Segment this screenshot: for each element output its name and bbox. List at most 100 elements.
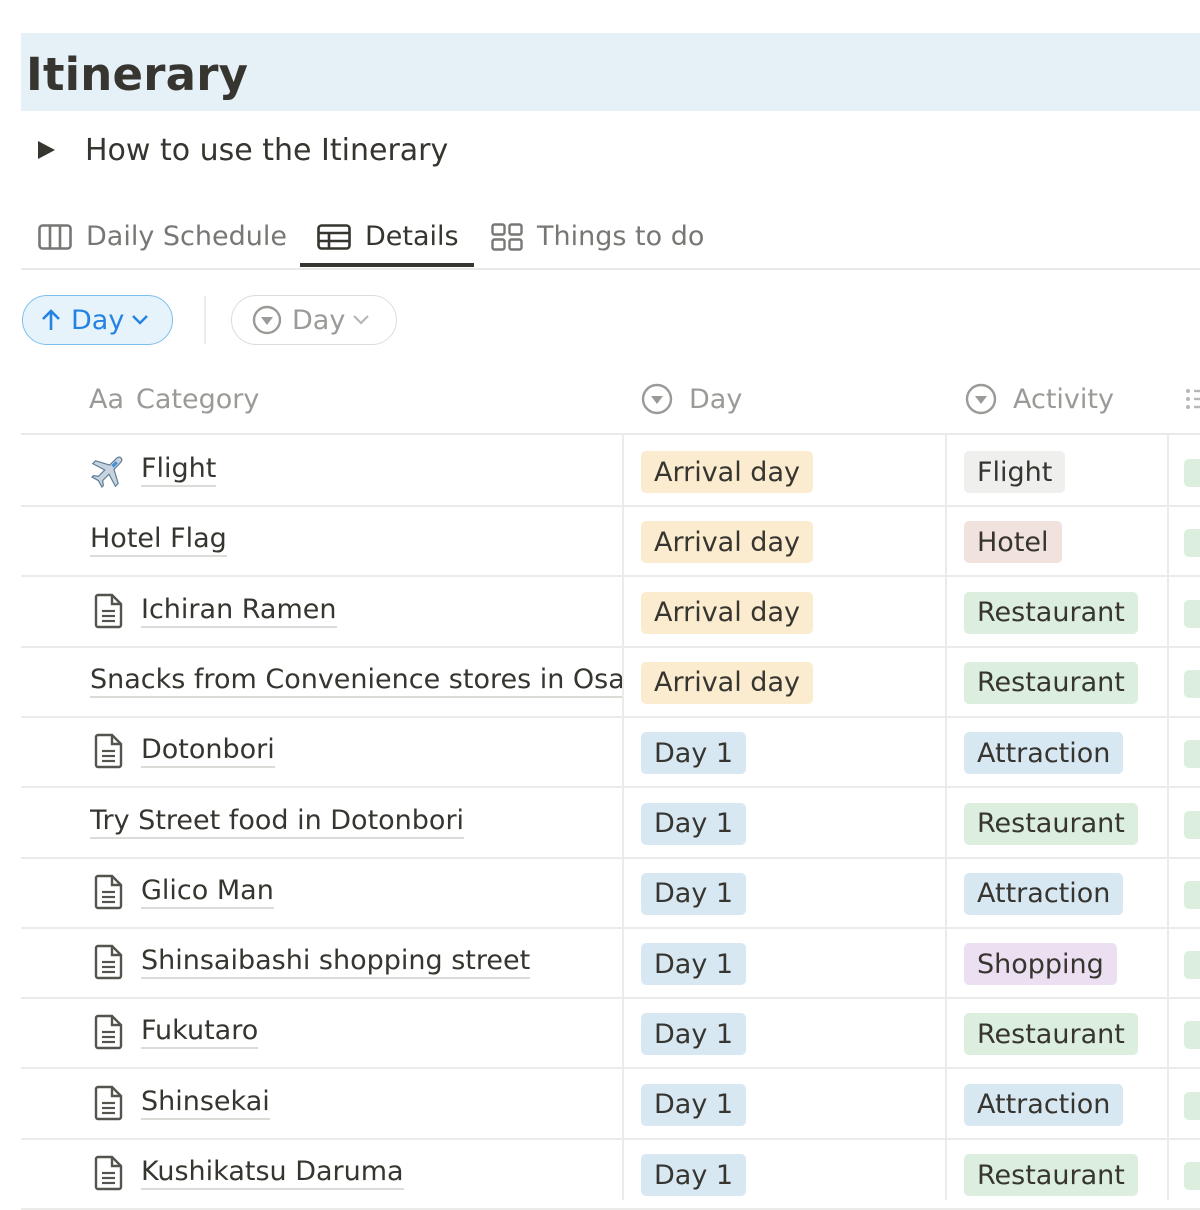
clipped-tag	[1184, 880, 1200, 909]
row-title[interactable]: Snacks from Convenience stores in Osaka	[90, 664, 623, 698]
tab-details[interactable]: Details	[317, 205, 459, 268]
how-to-toggle[interactable]: How to use the Itinerary	[38, 128, 448, 172]
row-title[interactable]: Dotonbori	[141, 734, 275, 769]
activity-tag[interactable]: Shopping	[964, 943, 1117, 986]
day-tag[interactable]: Arrival day	[641, 451, 813, 493]
category-cell[interactable]: Fukutaro	[90, 997, 623, 1067]
toggle-arrow-icon[interactable]	[38, 141, 55, 159]
row-title[interactable]: Flight	[141, 453, 217, 487]
activity-tag[interactable]: Restaurant	[964, 661, 1138, 704]
tab-label: Daily Schedule	[86, 221, 287, 252]
category-cell[interactable]: Dotonbori	[90, 716, 623, 786]
row-title[interactable]: Try Street food in Dotonbori	[90, 805, 465, 839]
filter-chip[interactable]: Day	[231, 295, 397, 345]
day-tag[interactable]: Day 1	[641, 802, 747, 845]
sort-chip[interactable]: Day	[22, 295, 173, 345]
airplane-icon	[90, 451, 128, 489]
filter-label: Day	[292, 304, 346, 336]
clipped-tag	[1184, 810, 1200, 839]
column-header-more[interactable]	[1184, 365, 1200, 433]
day-tag[interactable]: Day 1	[641, 943, 747, 986]
table-row[interactable]: Glico Man Day 1 Attraction	[21, 857, 1200, 929]
column-header-category[interactable]: Aa Category	[89, 365, 259, 433]
table-row[interactable]: Flight Arrival day Flight	[21, 435, 1200, 507]
page-icon	[90, 943, 128, 981]
page-icon	[90, 592, 128, 630]
category-cell[interactable]: Ichiran Ramen	[90, 576, 623, 646]
row-title[interactable]: Kushikatsu Daruma	[141, 1156, 404, 1190]
day-tag[interactable]: Arrival day	[641, 521, 813, 564]
day-tag[interactable]: Day 1	[641, 1083, 747, 1126]
clipped-tag	[1184, 669, 1200, 698]
column-header-activity[interactable]: Activity	[965, 365, 1114, 433]
row-title[interactable]: Shinsaibashi shopping street	[141, 945, 531, 980]
column-label: Category	[136, 383, 260, 415]
clipped-tag	[1184, 1021, 1200, 1050]
gallery-icon	[491, 222, 523, 251]
select-icon	[965, 383, 997, 415]
tab-daily-schedule[interactable]: Daily Schedule	[38, 205, 287, 268]
category-cell[interactable]: Glico Man	[90, 857, 623, 927]
columns-icon	[38, 223, 72, 250]
activity-tag[interactable]: Restaurant	[964, 591, 1138, 634]
arrow-up-icon	[42, 309, 60, 330]
category-cell[interactable]: Flight	[90, 435, 623, 505]
table-row[interactable]: Shinsekai Day 1 Attraction	[21, 1068, 1200, 1140]
toggle-label[interactable]: How to use the Itinerary	[85, 133, 448, 168]
row-title[interactable]: Glico Man	[141, 875, 274, 909]
page-icon	[90, 732, 128, 770]
category-cell[interactable]: Hotel Flag	[90, 505, 623, 575]
day-tag[interactable]: Day 1	[641, 1154, 747, 1196]
clipped-tag	[1184, 1091, 1200, 1120]
active-tab-indicator	[300, 263, 474, 267]
page-icon	[90, 1084, 128, 1122]
category-cell[interactable]: Shinsekai	[90, 1068, 623, 1138]
activity-tag[interactable]: Hotel	[964, 521, 1062, 564]
column-divider	[1167, 433, 1169, 1200]
activity-tag[interactable]: Restaurant	[964, 1013, 1138, 1056]
row-title[interactable]: Ichiran Ramen	[141, 594, 337, 628]
table-row[interactable]: Fukutaro Day 1 Restaurant	[21, 997, 1200, 1070]
activity-tag[interactable]: Attraction	[964, 732, 1124, 775]
day-tag[interactable]: Arrival day	[641, 591, 813, 634]
text-type-icon: Aa	[89, 383, 125, 415]
clipped-tag	[1184, 529, 1200, 558]
toolbar-divider	[204, 296, 206, 344]
day-tag[interactable]: Day 1	[641, 872, 747, 915]
tab-label: Things to do	[537, 221, 705, 252]
table-row[interactable]: Dotonbori Day 1 Attraction	[21, 716, 1200, 789]
tab-things-to-do[interactable]: Things to do	[491, 205, 704, 268]
page-title[interactable]: Itinerary	[26, 44, 248, 106]
table-row[interactable]: Snacks from Convenience stores in Osaka A…	[21, 646, 1200, 718]
activity-tag[interactable]: Restaurant	[964, 802, 1138, 845]
activity-tag[interactable]: Restaurant	[964, 1154, 1138, 1196]
table-row[interactable]: Hotel Flag Arrival day Hotel	[21, 505, 1200, 578]
activity-tag[interactable]: Attraction	[964, 1083, 1124, 1126]
page-icon	[90, 1154, 128, 1192]
row-title[interactable]: Shinsekai	[141, 1086, 270, 1120]
select-icon	[252, 305, 282, 335]
clipped-tag	[1184, 740, 1200, 769]
clipped-tag	[1184, 459, 1200, 487]
row-title[interactable]: Fukutaro	[141, 1015, 259, 1050]
day-tag[interactable]: Arrival day	[641, 661, 813, 704]
select-icon	[641, 383, 673, 415]
table-row[interactable]: Kushikatsu Daruma Day 1 Restaurant	[21, 1138, 1200, 1210]
table-row[interactable]: Shinsaibashi shopping street Day 1 Shoppin…	[21, 927, 1200, 1000]
category-cell[interactable]: Snacks from Convenience stores in Osaka	[90, 646, 623, 716]
clipped-tag	[1184, 599, 1200, 628]
column-divider	[945, 433, 947, 1200]
category-cell[interactable]: Shinsaibashi shopping street	[90, 927, 623, 997]
clipped-tag	[1184, 1162, 1200, 1190]
category-cell[interactable]: Try Street food in Dotonbori	[90, 787, 623, 857]
activity-tag[interactable]: Flight	[964, 451, 1066, 493]
table-row[interactable]: Ichiran Ramen Arrival day Restaurant	[21, 576, 1200, 648]
column-header-day[interactable]: Day	[641, 365, 742, 433]
table-row[interactable]: Try Street food in Dotonbori Day 1 Restaur…	[21, 787, 1200, 859]
page-icon	[90, 1013, 128, 1051]
activity-tag[interactable]: Attraction	[964, 872, 1124, 915]
category-cell[interactable]: Kushikatsu Daruma	[90, 1138, 623, 1208]
row-title[interactable]: Hotel Flag	[90, 523, 227, 558]
day-tag[interactable]: Day 1	[641, 732, 747, 775]
day-tag[interactable]: Day 1	[641, 1013, 747, 1056]
